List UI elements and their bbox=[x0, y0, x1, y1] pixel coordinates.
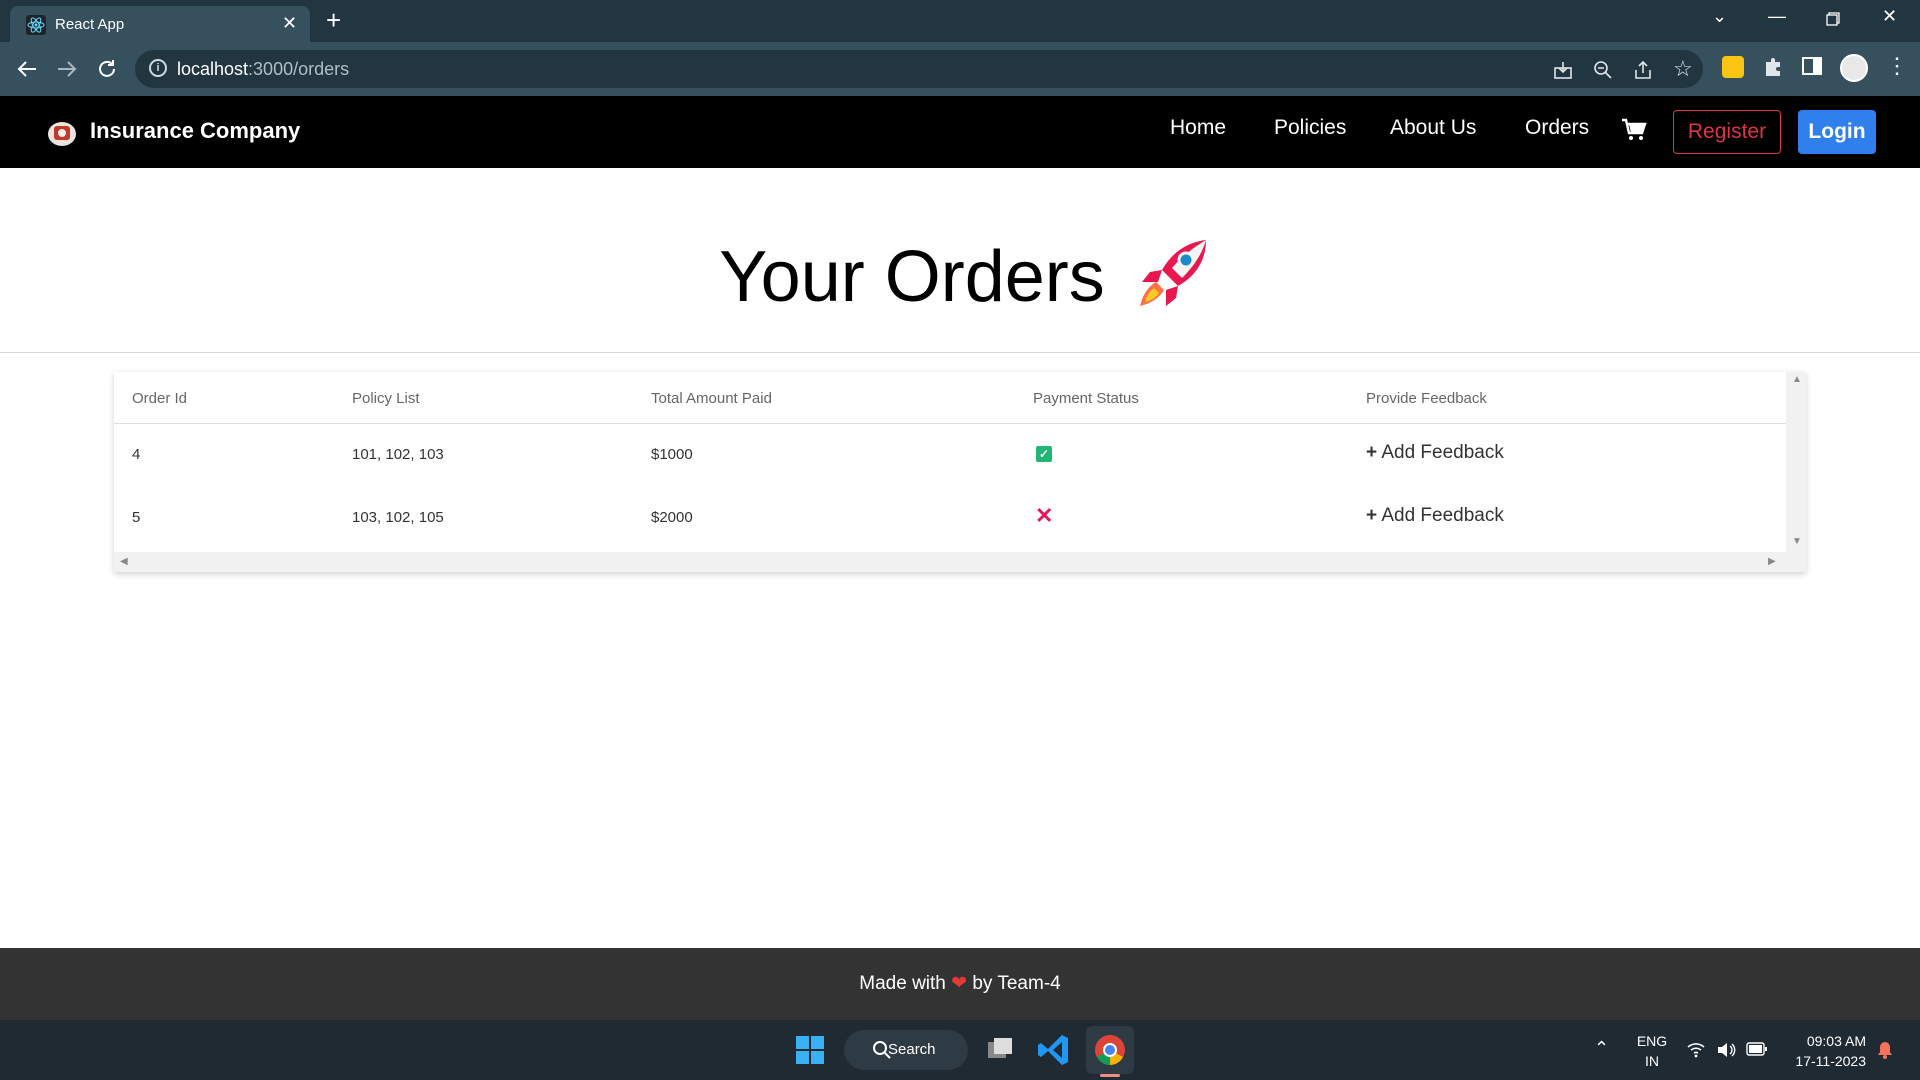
title-divider bbox=[0, 352, 1920, 353]
puzzle-icon[interactable] bbox=[1762, 56, 1784, 78]
add-feedback-label: Add Feedback bbox=[1381, 505, 1504, 526]
header-total-amount: Total Amount Paid bbox=[651, 390, 772, 407]
policy-list-cell: 103, 102, 105 bbox=[352, 509, 444, 526]
lang-region: IN bbox=[1645, 1053, 1659, 1069]
chrome-icon[interactable] bbox=[1092, 1032, 1128, 1068]
footer-team: by Team-4 bbox=[972, 973, 1061, 994]
bookmark-star-icon[interactable]: ☆ bbox=[1673, 56, 1693, 82]
tray-chevron-icon[interactable]: ⌃ bbox=[1594, 1038, 1609, 1059]
header-order-id: Order Id bbox=[132, 390, 188, 407]
wifi-icon[interactable] bbox=[1686, 1040, 1706, 1060]
add-feedback-label: Add Feedback bbox=[1381, 442, 1504, 463]
browser-tab-strip: React App ✕ + ⌄ — ✕ bbox=[0, 0, 1920, 42]
url-text[interactable]: localhost:3000/orders bbox=[177, 59, 349, 80]
scroll-up-icon[interactable]: ▲ bbox=[1792, 374, 1802, 385]
task-view-icon[interactable] bbox=[982, 1032, 1018, 1068]
payment-success-icon: ✓ bbox=[1036, 446, 1052, 462]
app-navbar: Insurance Company Home Policies About Us… bbox=[0, 96, 1920, 168]
side-panel-icon[interactable] bbox=[1802, 56, 1822, 76]
share-icon[interactable] bbox=[1633, 60, 1653, 80]
header-payment-status: Payment Status bbox=[1033, 390, 1139, 407]
menu-icon[interactable]: ⋮ bbox=[1886, 54, 1908, 78]
chrome-active-indicator bbox=[1100, 1074, 1120, 1077]
notification-bell-icon[interactable] bbox=[1876, 1040, 1894, 1060]
order-id-cell: 4 bbox=[132, 446, 141, 463]
windows-taskbar: Search ⌃ ENG IN 09:03 AM 17-11-2023 bbox=[0, 1020, 1920, 1080]
add-feedback-button[interactable]: + Add Feedback bbox=[1366, 442, 1504, 464]
tab-title: React App bbox=[55, 16, 125, 33]
extension-icon[interactable] bbox=[1722, 56, 1744, 78]
search-icon bbox=[873, 1041, 891, 1059]
table-header: Order Id Policy List Total Amount Paid P… bbox=[114, 372, 1786, 424]
amount-cell: $1000 bbox=[651, 446, 693, 463]
page-title: Your Orders bbox=[719, 237, 1105, 317]
taskbar-search[interactable]: Search bbox=[844, 1030, 968, 1070]
clock-time: 09:03 AM bbox=[1806, 1033, 1866, 1049]
nav-link-orders[interactable]: Orders bbox=[1525, 116, 1589, 140]
scroll-down-icon[interactable]: ▼ bbox=[1792, 536, 1802, 547]
minimize-button[interactable]: — bbox=[1768, 6, 1786, 27]
browser-toolbar: i localhost:3000/orders ☆ ⋮ bbox=[0, 42, 1920, 96]
tab-search-chevron-icon[interactable]: ⌄ bbox=[1712, 6, 1727, 27]
reload-icon[interactable] bbox=[96, 58, 118, 80]
react-favicon-icon bbox=[26, 15, 46, 35]
volume-icon[interactable] bbox=[1716, 1040, 1736, 1060]
footer-made-with: Made with bbox=[859, 973, 946, 994]
zoom-icon[interactable] bbox=[1593, 60, 1613, 80]
nav-link-about-us[interactable]: About Us bbox=[1390, 116, 1476, 140]
vscode-icon[interactable] bbox=[1036, 1032, 1072, 1068]
page-title-row: Your Orders bbox=[0, 232, 1920, 322]
plus-icon: + bbox=[1366, 505, 1378, 526]
browser-tab[interactable]: React App ✕ bbox=[10, 6, 310, 42]
nav-link-home[interactable]: Home bbox=[1170, 116, 1226, 140]
windows-start-icon[interactable] bbox=[796, 1036, 824, 1064]
nav-link-policies[interactable]: Policies bbox=[1274, 116, 1346, 140]
tab-close-icon[interactable]: ✕ bbox=[282, 13, 297, 33]
amount-cell: $2000 bbox=[651, 509, 693, 526]
install-icon[interactable] bbox=[1553, 60, 1573, 80]
payment-failed-icon: ✕ bbox=[1035, 503, 1054, 528]
scroll-left-icon[interactable]: ◀ bbox=[120, 556, 128, 567]
cart-icon[interactable] bbox=[1620, 116, 1648, 144]
heart-icon: ❤ bbox=[951, 973, 968, 994]
brand-name[interactable]: Insurance Company bbox=[90, 118, 300, 144]
restore-button[interactable] bbox=[1826, 12, 1840, 26]
url-path: :3000/orders bbox=[248, 59, 350, 79]
footer-text: Made with ❤ by Team-4 bbox=[0, 972, 1920, 995]
horizontal-scrollbar[interactable]: ◀ ▶ bbox=[114, 552, 1806, 572]
rocket-icon bbox=[1140, 240, 1206, 306]
address-bar[interactable]: i localhost:3000/orders ☆ bbox=[135, 50, 1703, 88]
login-button[interactable]: Login bbox=[1798, 110, 1876, 154]
vertical-scrollbar[interactable]: ▲ ▼ bbox=[1786, 372, 1806, 552]
profile-avatar[interactable] bbox=[1840, 54, 1868, 82]
new-tab-button[interactable]: + bbox=[326, 6, 341, 34]
page-footer: Made with ❤ by Team-4 bbox=[0, 948, 1920, 1020]
site-info-icon[interactable]: i bbox=[149, 59, 167, 77]
orders-table: Order Id Policy List Total Amount Paid P… bbox=[114, 372, 1806, 572]
battery-icon[interactable] bbox=[1746, 1042, 1768, 1056]
plus-icon: + bbox=[1366, 442, 1378, 463]
url-host: localhost bbox=[177, 59, 249, 79]
header-provide-feedback: Provide Feedback bbox=[1366, 390, 1487, 407]
back-icon[interactable] bbox=[16, 58, 38, 80]
header-policy-list: Policy List bbox=[352, 390, 420, 407]
order-id-cell: 5 bbox=[132, 509, 141, 526]
clock[interactable]: 09:03 AM 17-11-2023 bbox=[1786, 1031, 1866, 1071]
register-button[interactable]: Register bbox=[1673, 110, 1781, 154]
brand-logo-icon bbox=[48, 122, 76, 146]
clock-date: 17-11-2023 bbox=[1795, 1053, 1866, 1069]
table-row: 5 103, 102, 105 $2000 ✕ + Add Feedback bbox=[114, 487, 1786, 550]
add-feedback-button[interactable]: + Add Feedback bbox=[1366, 505, 1504, 527]
language-indicator[interactable]: ENG IN bbox=[1632, 1031, 1672, 1071]
scroll-right-icon[interactable]: ▶ bbox=[1768, 556, 1776, 567]
forward-icon[interactable] bbox=[56, 58, 78, 80]
lang-code: ENG bbox=[1636, 1033, 1668, 1049]
close-window-button[interactable]: ✕ bbox=[1882, 6, 1897, 27]
table-row: 4 101, 102, 103 $1000 ✓ + Add Feedback bbox=[114, 424, 1786, 487]
policy-list-cell: 101, 102, 103 bbox=[352, 446, 444, 463]
